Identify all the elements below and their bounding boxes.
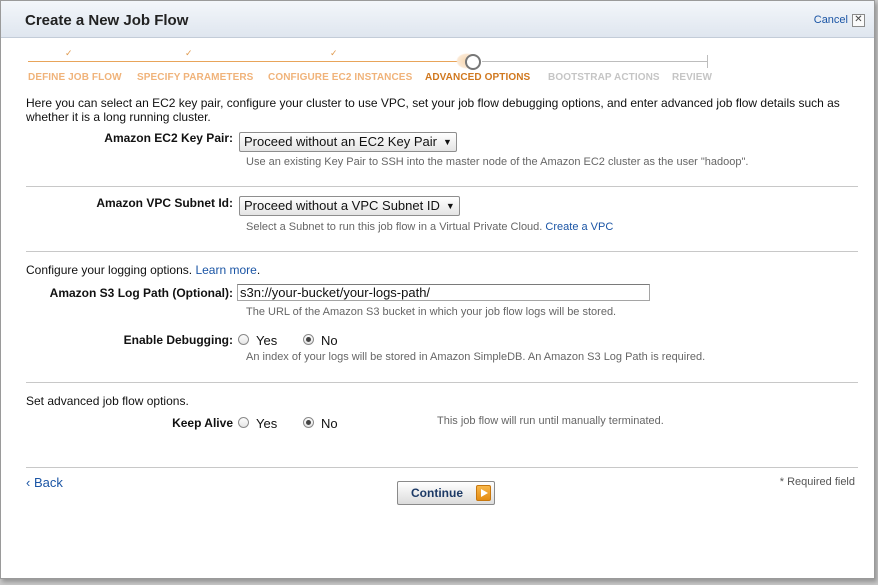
key-pair-help: Use an existing Key Pair to SSH into the… <box>246 156 749 168</box>
learn-more-link[interactable]: Learn more <box>195 263 256 277</box>
back-link[interactable]: ‹ Back <box>26 475 63 490</box>
vpc-help-text: Select a Subnet to run this job flow in … <box>246 221 543 233</box>
required-field-note: * Required field <box>779 476 855 488</box>
vpc-subnet-label: Amazon VPC Subnet Id: <box>96 196 233 210</box>
key-pair-selected-value: Proceed without an EC2 Key Pair <box>244 134 437 149</box>
debugging-yes-radio[interactable] <box>238 334 249 345</box>
debugging-no-radio[interactable] <box>303 334 314 345</box>
debugging-no-label[interactable]: No <box>321 333 338 348</box>
keep-alive-yes-label[interactable]: Yes <box>256 416 277 431</box>
log-path-input[interactable] <box>237 284 650 301</box>
create-vpc-link[interactable]: Create a VPC <box>545 221 613 233</box>
key-pair-label: Amazon EC2 Key Pair: <box>104 131 233 145</box>
keep-alive-help: This job flow will run until manually te… <box>437 415 664 427</box>
divider <box>26 467 858 468</box>
debugging-yes-label[interactable]: Yes <box>256 333 277 348</box>
play-arrow-icon <box>476 485 491 501</box>
vpc-subnet-selected-value: Proceed without a VPC Subnet ID <box>244 198 440 213</box>
vpc-subnet-select[interactable]: Proceed without a VPC Subnet ID ▼ <box>239 196 460 216</box>
vpc-help: Select a Subnet to run this job flow in … <box>246 221 613 233</box>
divider <box>26 186 858 187</box>
continue-button-label: Continue <box>411 486 463 500</box>
enable-debugging-label: Enable Debugging: <box>123 333 233 347</box>
learn-more-suffix: . <box>256 263 261 277</box>
divider <box>26 382 858 383</box>
log-path-help: The URL of the Amazon S3 bucket in which… <box>246 306 617 318</box>
divider <box>26 251 858 252</box>
advanced-section-intro: Set advanced job flow options. <box>26 394 189 408</box>
keep-alive-label: Keep Alive <box>172 416 233 430</box>
keep-alive-no-radio[interactable] <box>303 417 314 428</box>
form-content: Here you can select an EC2 key pair, con… <box>1 1 874 578</box>
logging-section-intro: Configure your logging options. Learn mo… <box>26 263 260 277</box>
create-job-flow-dialog: Create a New Job Flow Cancel ✕ ✓ ✓ ✓ DEF… <box>0 0 875 579</box>
keep-alive-yes-radio[interactable] <box>238 417 249 428</box>
key-pair-select[interactable]: Proceed without an EC2 Key Pair ▼ <box>239 132 457 152</box>
keep-alive-no-label[interactable]: No <box>321 416 338 431</box>
continue-button[interactable]: Continue <box>397 481 495 505</box>
logging-intro-text: Configure your logging options. <box>26 263 193 277</box>
chevron-down-icon: ▼ <box>445 201 455 211</box>
debugging-help: An index of your logs will be stored in … <box>246 351 706 363</box>
chevron-down-icon: ▼ <box>442 137 452 147</box>
log-path-label: Amazon S3 Log Path (Optional): <box>49 286 233 300</box>
intro-text: Here you can select an EC2 key pair, con… <box>26 96 840 124</box>
